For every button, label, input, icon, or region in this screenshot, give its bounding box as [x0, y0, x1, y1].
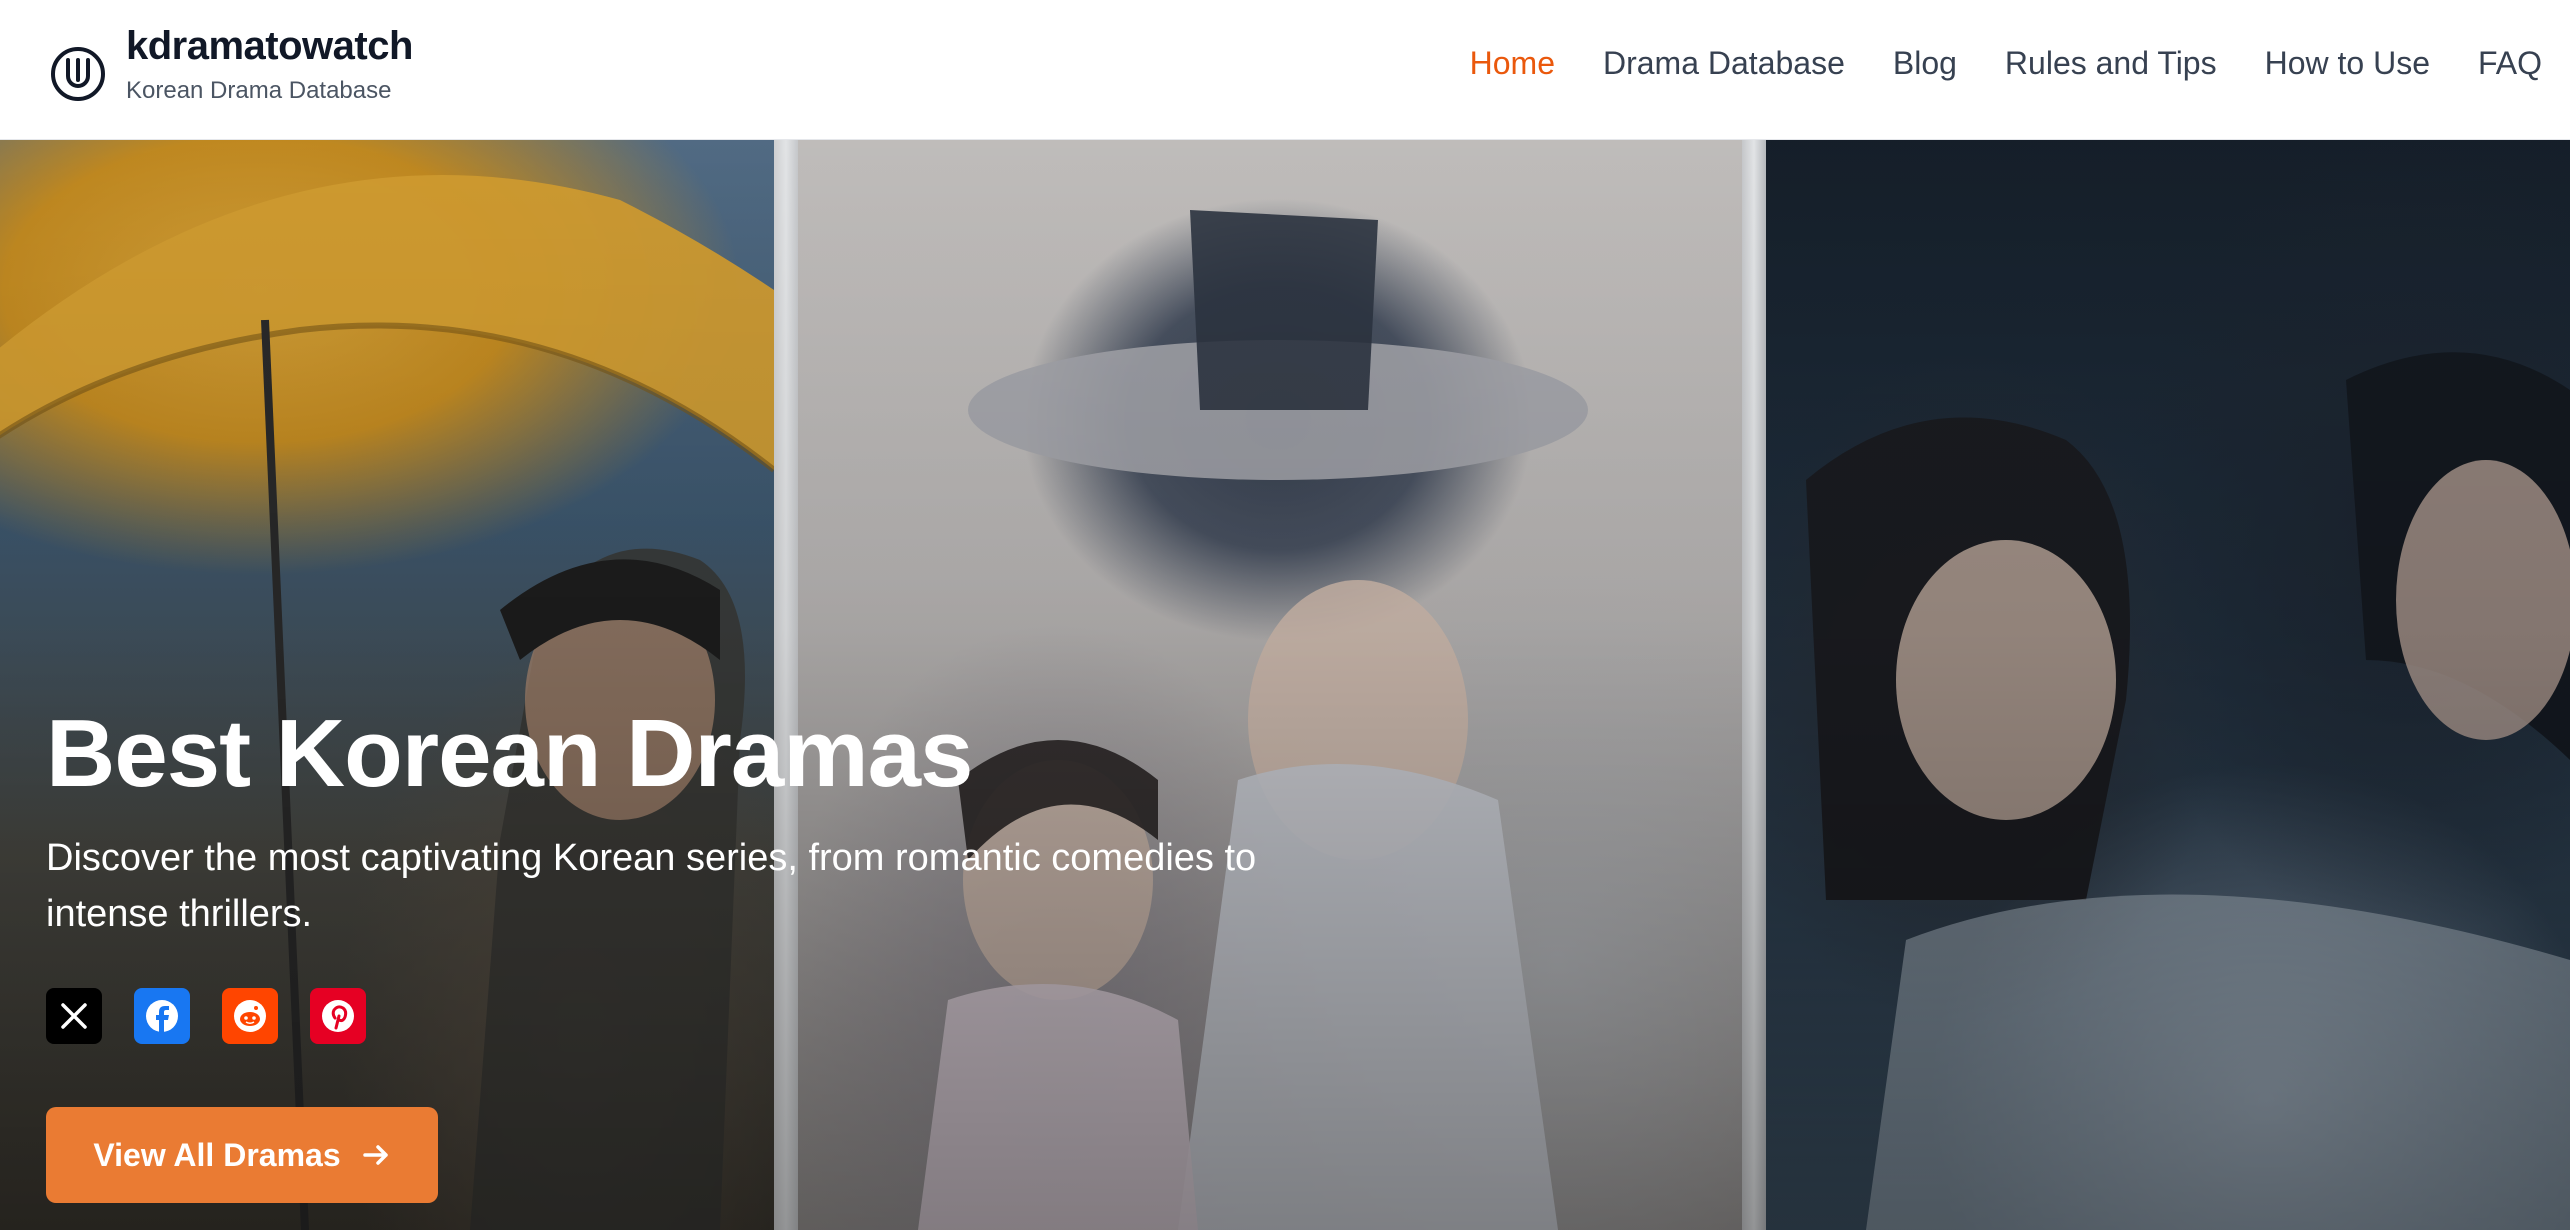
facebook-icon	[146, 1000, 178, 1032]
cta-label: View All Dramas	[93, 1136, 341, 1173]
nav-faq[interactable]: FAQ	[2478, 45, 2542, 82]
nav-home[interactable]: Home	[1470, 45, 1555, 82]
hero-subtitle: Discover the most captivating Korean ser…	[46, 837, 1257, 935]
hero-title: Best Korean Dramas	[46, 700, 973, 807]
nav-blog[interactable]: Blog	[1893, 45, 1957, 82]
share-pinterest-button[interactable]	[310, 988, 366, 1044]
x-logo-icon	[61, 1003, 87, 1029]
brand-tagline: Korean Drama Database	[126, 77, 392, 104]
nav-drama-database[interactable]: Drama Database	[1603, 45, 1845, 82]
brand-text: kdramatowatch Korean Drama Database	[126, 22, 413, 108]
share-buttons	[46, 988, 398, 1044]
view-all-dramas-button[interactable]: View All Dramas	[46, 1107, 438, 1203]
share-x-button[interactable]	[46, 988, 102, 1044]
reddit-icon	[234, 1000, 266, 1032]
nav-rules-and-tips[interactable]: Rules and Tips	[2005, 45, 2217, 82]
smile-circle-icon	[51, 47, 105, 101]
hero-content: Best Korean Dramas Discover the most cap…	[46, 140, 1446, 1230]
nav-how-to-use[interactable]: How to Use	[2265, 45, 2430, 82]
share-reddit-button[interactable]	[222, 988, 278, 1044]
main-nav: Home Drama Database Blog Rules and Tips …	[1422, 0, 2542, 126]
brand-home-link[interactable]: kdramatowatch Korean Drama Database	[50, 22, 413, 108]
pinterest-icon	[322, 1000, 354, 1032]
hero-section: Best Korean Dramas Discover the most cap…	[0, 140, 2570, 1230]
arrow-right-icon	[362, 1145, 388, 1165]
brand-name: kdramatowatch	[126, 24, 413, 68]
share-facebook-button[interactable]	[134, 988, 190, 1044]
site-header: kdramatowatch Korean Drama Database Home…	[0, 0, 2570, 140]
